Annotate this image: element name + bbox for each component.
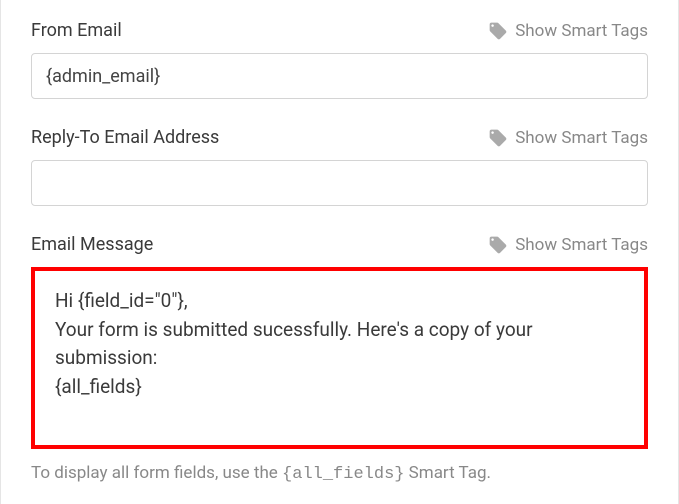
- reply-to-label: Reply-To Email Address: [31, 127, 219, 148]
- tag-icon: [488, 21, 508, 41]
- notification-settings-panel: From Email Show Smart Tags Reply-To Emai…: [0, 0, 679, 504]
- smart-tags-label: Show Smart Tags: [515, 21, 648, 41]
- helper-prefix: To display all form fields, use the: [31, 463, 282, 483]
- reply-to-label-row: Reply-To Email Address Show Smart Tags: [31, 127, 648, 148]
- from-email-group: From Email Show Smart Tags: [31, 20, 648, 99]
- smart-tags-label: Show Smart Tags: [515, 235, 648, 255]
- show-smart-tags-replyto[interactable]: Show Smart Tags: [488, 128, 648, 148]
- email-message-group: Email Message Show Smart Tags Hi {field_…: [31, 234, 648, 449]
- email-message-label-row: Email Message Show Smart Tags: [31, 234, 648, 255]
- reply-to-input[interactable]: [31, 160, 648, 206]
- email-message-editor[interactable]: Hi {field_id="0"},Your form is submitted…: [31, 267, 648, 449]
- helper-tag: {all_fields}: [282, 465, 404, 484]
- from-email-label-row: From Email Show Smart Tags: [31, 20, 648, 41]
- from-email-input[interactable]: [31, 53, 648, 99]
- helper-suffix: Smart Tag.: [404, 463, 491, 483]
- smart-tags-label: Show Smart Tags: [515, 128, 648, 148]
- tag-icon: [488, 235, 508, 255]
- show-smart-tags-message[interactable]: Show Smart Tags: [488, 235, 648, 255]
- show-smart-tags-from[interactable]: Show Smart Tags: [488, 21, 648, 41]
- email-message-label: Email Message: [31, 234, 153, 255]
- reply-to-group: Reply-To Email Address Show Smart Tags: [31, 127, 648, 206]
- tag-icon: [488, 128, 508, 148]
- from-email-label: From Email: [31, 20, 122, 41]
- helper-text: To display all form fields, use the {all…: [31, 463, 648, 484]
